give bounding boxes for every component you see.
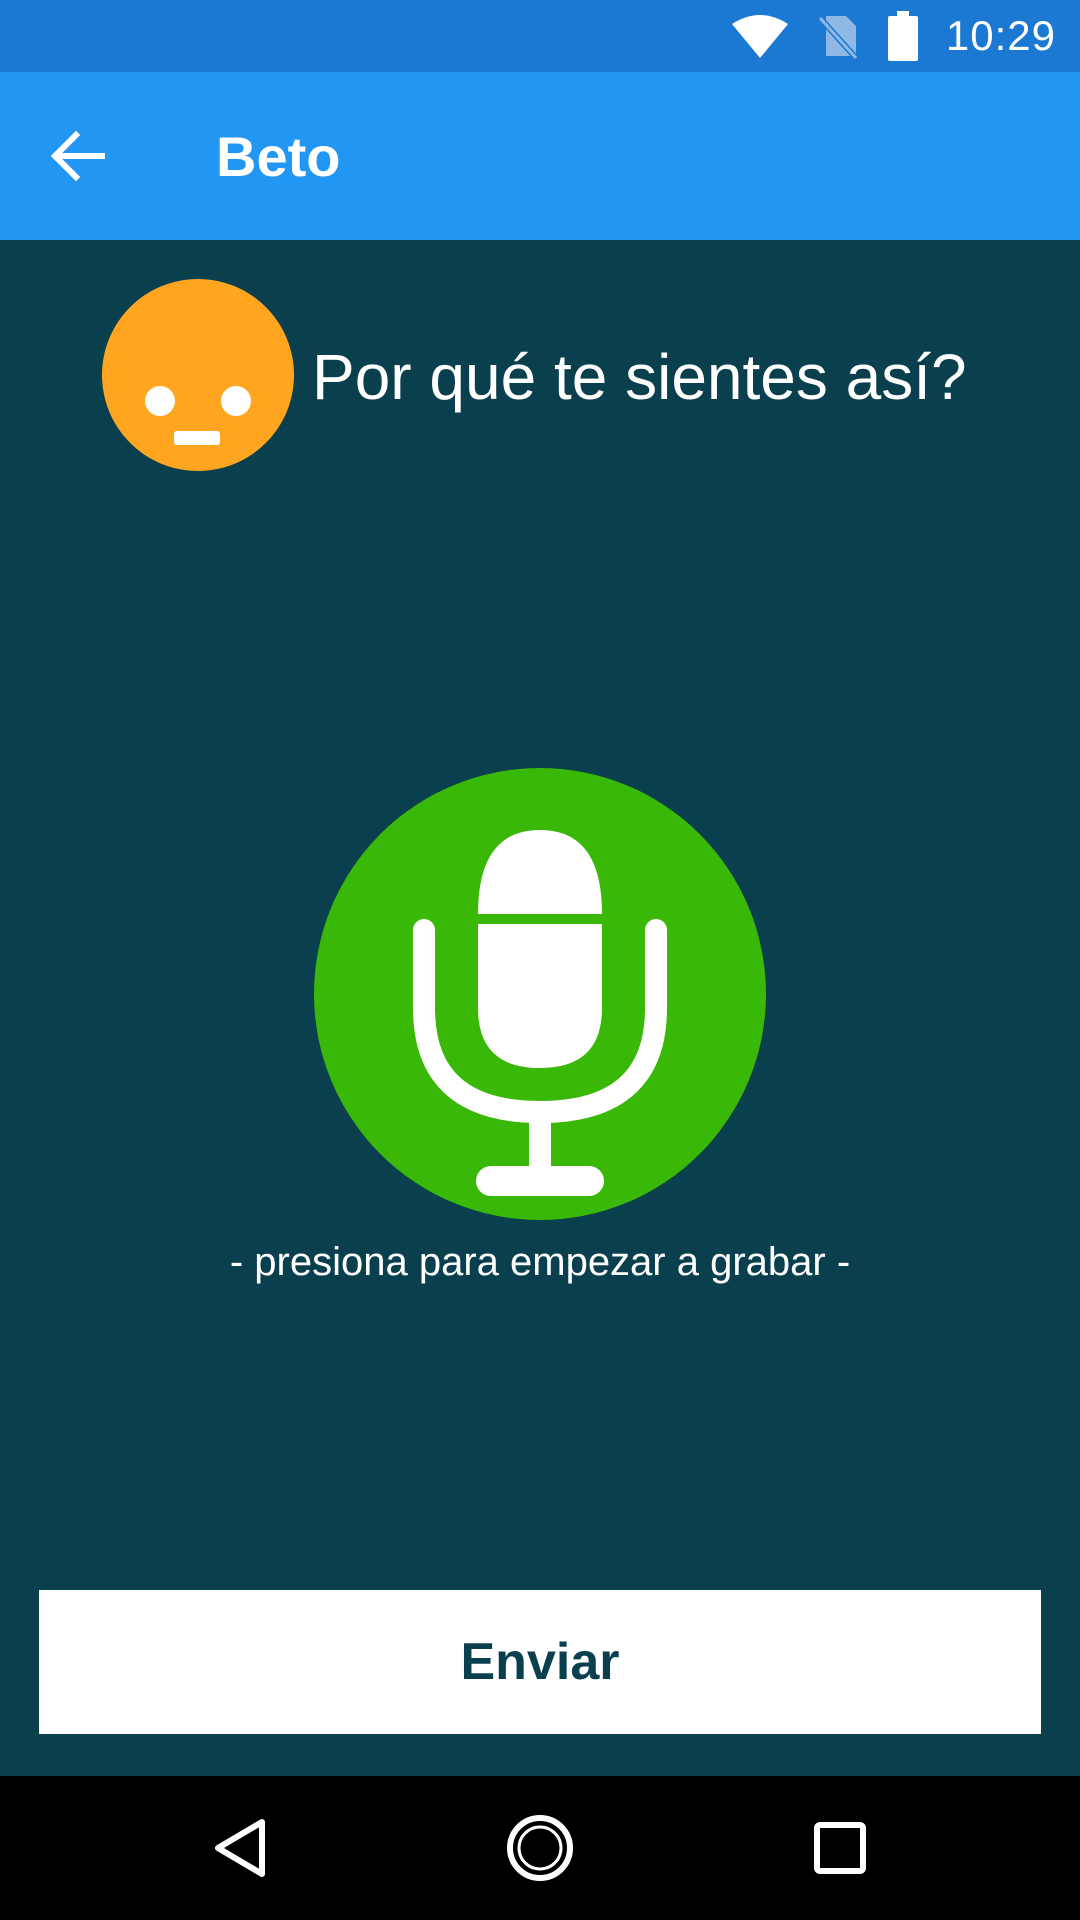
neutral-face-icon: [102, 279, 294, 471]
send-button[interactable]: Enviar: [39, 1590, 1041, 1734]
app-screen: 10:29 Beto Por qué te sientes así? - pre…: [0, 0, 1080, 1920]
status-bar: 10:29: [0, 0, 1080, 72]
question-text: Por qué te sientes así?: [312, 341, 967, 413]
app-bar: Beto: [0, 72, 1080, 240]
record-hint: - presiona para empezar a grabar -: [229, 1240, 851, 1284]
recents-square-icon: [814, 1822, 866, 1874]
back-triangle-icon: [215, 1819, 265, 1877]
wifi-icon: [731, 15, 788, 58]
system-nav-bar: [0, 1776, 1080, 1920]
nav-recents-button[interactable]: [768, 1776, 912, 1920]
nav-back-button[interactable]: [168, 1776, 312, 1920]
nav-home-button[interactable]: [468, 1776, 612, 1920]
microphone-icon: [413, 830, 667, 1196]
back-button[interactable]: [48, 126, 108, 186]
page-title: Beto: [216, 125, 341, 188]
no-sim-icon: [817, 15, 859, 60]
record-button[interactable]: [314, 768, 766, 1220]
arrow-back-icon: [50, 130, 105, 182]
home-circle-icon: [507, 1815, 573, 1881]
battery-icon: [887, 11, 918, 61]
status-icons: 10:29: [731, 0, 1056, 72]
status-time: 10:29: [945, 12, 1056, 59]
